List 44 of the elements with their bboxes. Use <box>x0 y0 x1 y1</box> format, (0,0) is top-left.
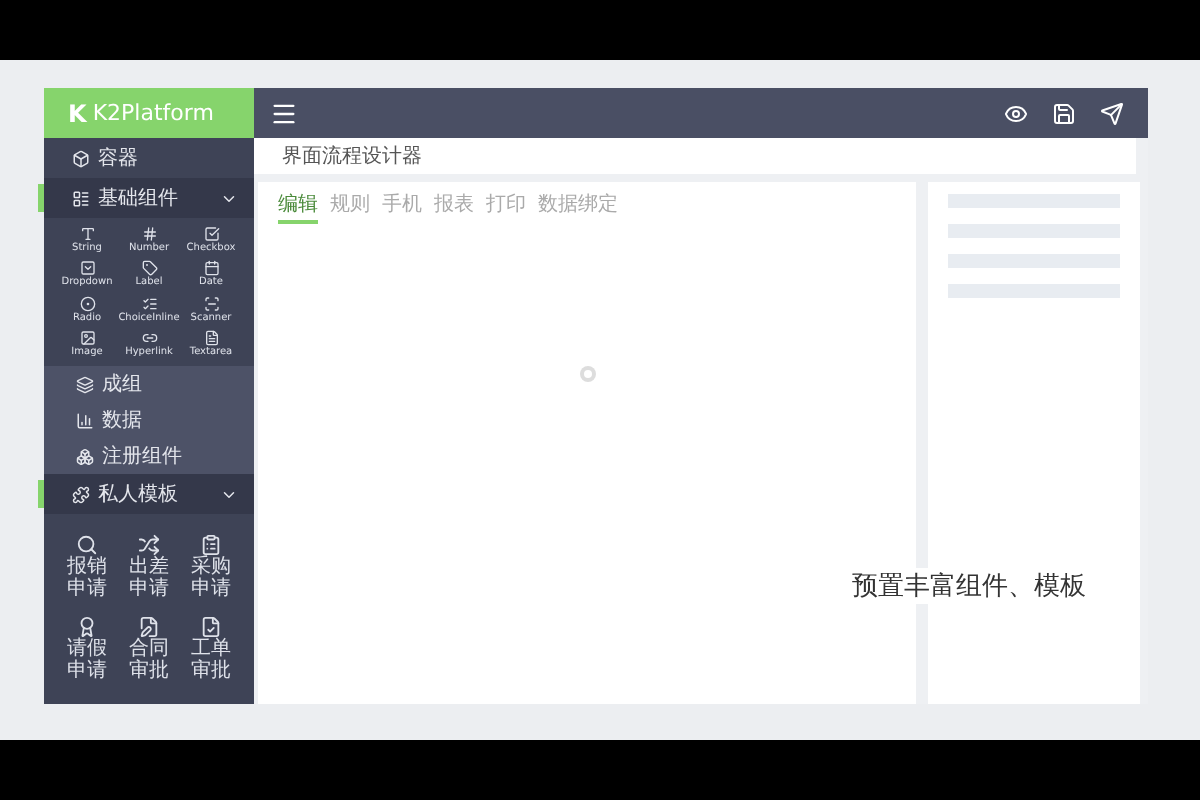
caption: 预置丰富组件、模板 <box>852 568 1086 604</box>
component-tile[interactable]: 报销申请 <box>56 534 118 600</box>
clipboard-icon <box>200 534 222 556</box>
eye-icon[interactable] <box>1004 101 1028 125</box>
list-icon <box>72 189 90 207</box>
puzzle-icon <box>72 485 90 503</box>
hash-icon <box>141 226 157 242</box>
dropdown-icon <box>79 260 95 277</box>
boxes-icon <box>76 447 94 465</box>
tab[interactable]: 编辑 <box>278 190 318 224</box>
component-tile[interactable]: 出差申请 <box>118 534 180 600</box>
save-icon[interactable] <box>1052 101 1076 125</box>
box-icon <box>72 149 90 167</box>
sidebar-item[interactable]: 数据 <box>44 402 254 438</box>
text-icon <box>79 226 95 242</box>
component-tile[interactable]: 工单审批 <box>180 616 242 682</box>
shuffle-icon <box>138 534 160 556</box>
award-icon <box>76 616 98 638</box>
document-icon <box>203 329 219 346</box>
sidebar-item[interactable]: 注册组件 <box>44 438 254 474</box>
send-icon[interactable] <box>1100 101 1124 125</box>
component-tile[interactable]: 合同审批 <box>118 616 180 682</box>
list-check-icon <box>141 295 157 311</box>
menu-icon[interactable] <box>270 99 298 127</box>
scan-icon <box>203 295 219 311</box>
sidebar-group[interactable]: 基础组件 <box>44 178 254 218</box>
search-icon <box>76 534 98 556</box>
component-tile[interactable]: 采购申请 <box>180 534 242 600</box>
tag-icon <box>141 260 157 277</box>
file-check-icon <box>200 616 222 638</box>
sidebar-item[interactable]: 成组 <box>44 366 254 402</box>
logo: K K2Platform <box>44 88 254 138</box>
checkbox-icon <box>203 226 219 242</box>
loading-spinner-icon <box>577 364 597 384</box>
image-icon <box>79 329 95 346</box>
component-tile[interactable]: 请假申请 <box>56 616 118 682</box>
file-edit-icon <box>138 616 160 638</box>
link-icon <box>141 329 157 346</box>
breadcrumb: 界面流程设计器 <box>282 143 422 170</box>
radio-icon <box>79 295 95 311</box>
layers-icon <box>76 375 94 393</box>
calendar-icon <box>203 260 219 277</box>
sidebar-group[interactable]: 私人模板 <box>44 474 254 514</box>
chart-icon <box>76 411 94 429</box>
